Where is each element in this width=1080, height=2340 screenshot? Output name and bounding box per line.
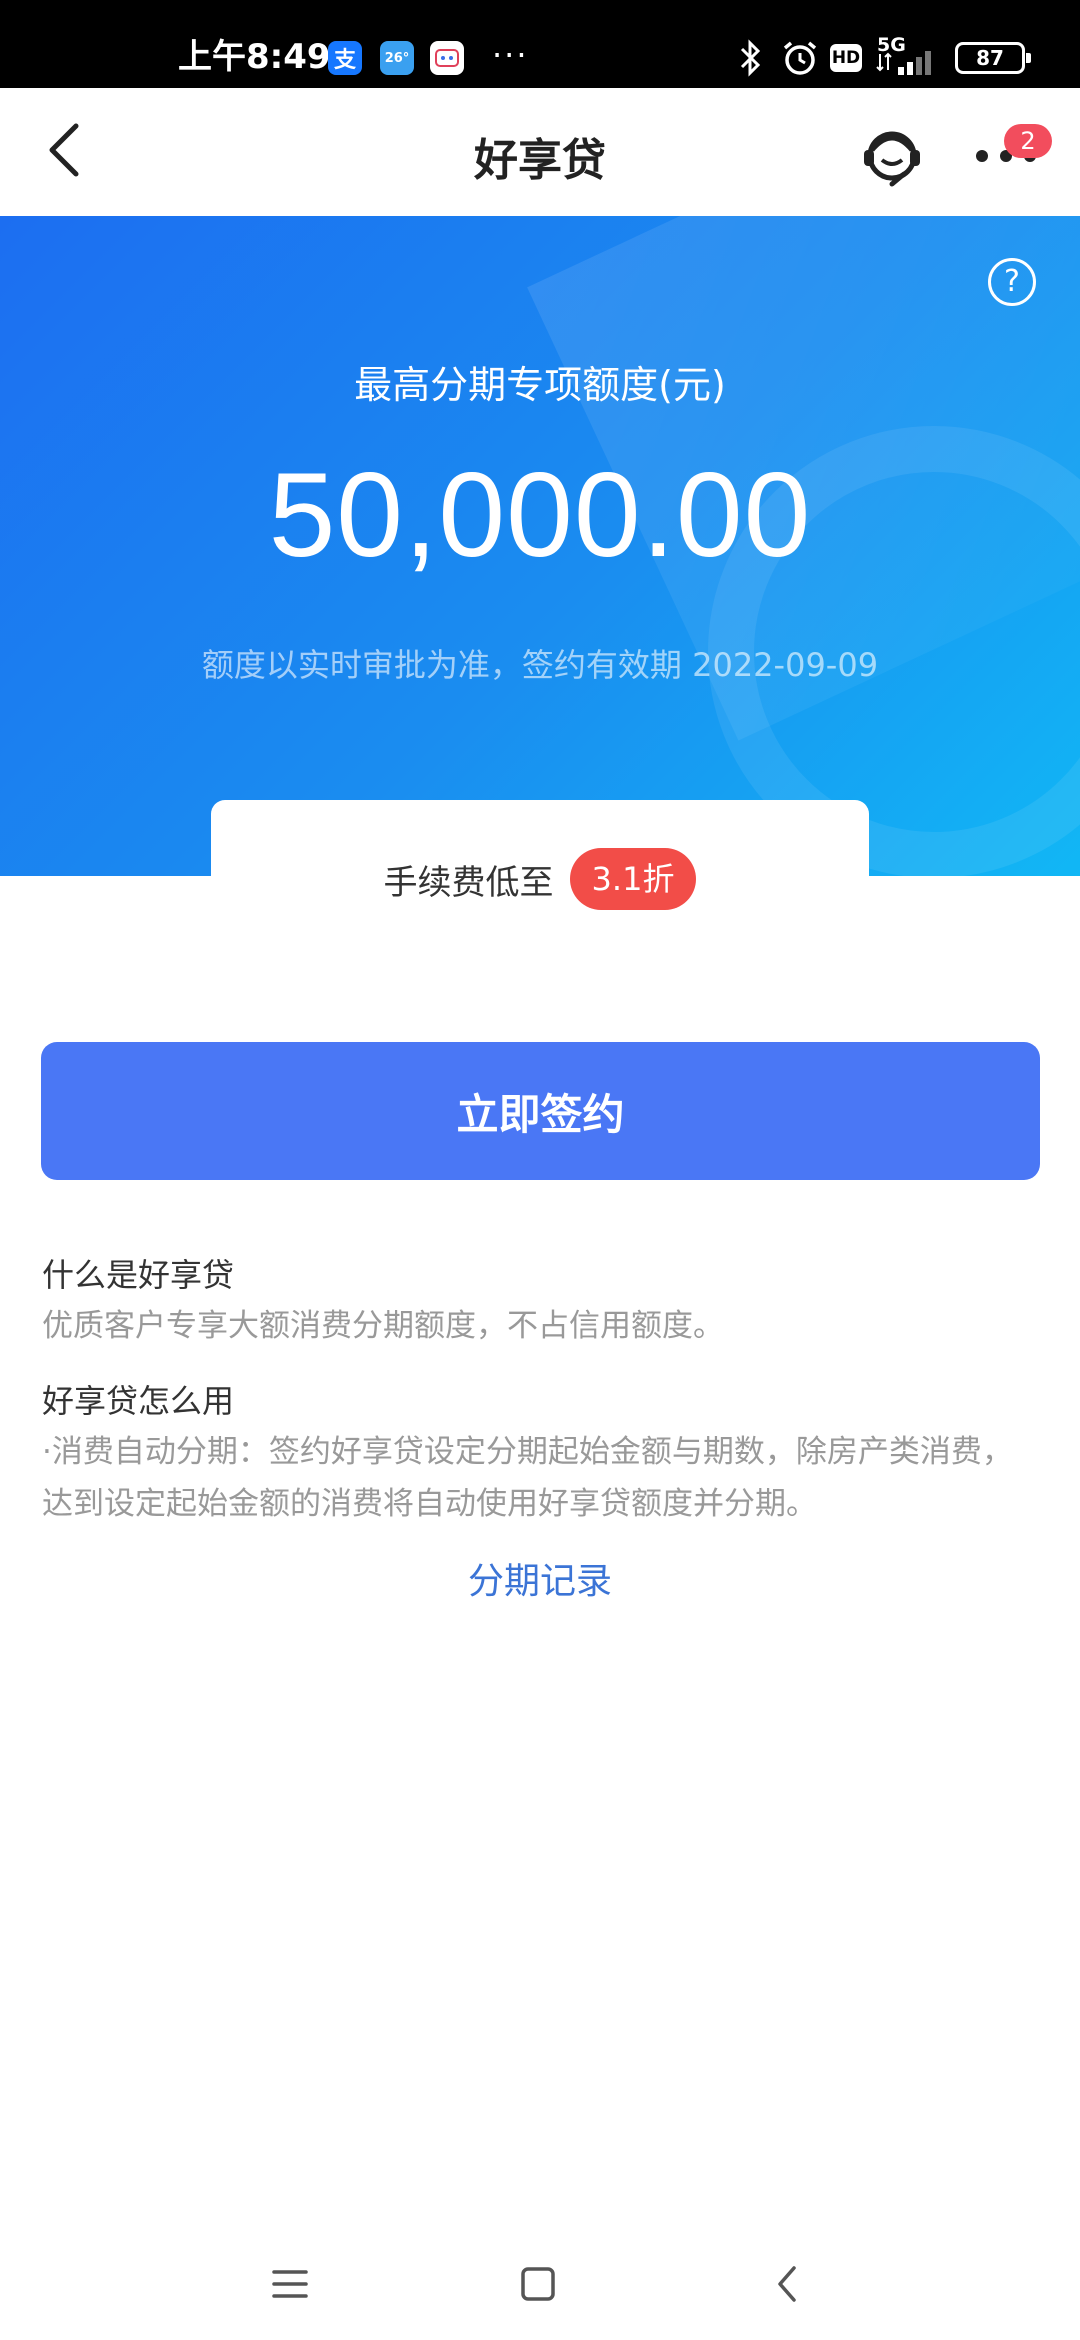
credit-limit-amount: 50,000.00	[268, 448, 812, 582]
what-is-text: 优质客户专享大额消费分期额度，不占信用额度。	[42, 1308, 724, 1344]
credit-limit-note: 额度以实时审批为准，签约有效期 2022-09-09	[201, 646, 879, 684]
signal-icon	[876, 51, 931, 75]
credit-limit-label: 最高分期专项额度(元)	[354, 363, 726, 407]
what-is-title: 什么是好享贷	[42, 1256, 235, 1294]
alarm-icon	[783, 41, 817, 75]
credit-hero: ? 最高分期专项额度(元) 50,000.00 额度以实时审批为准，签约有效期 …	[0, 216, 1080, 876]
how-to-use-text: ·消费自动分期：签约好享贷设定分期起始金额与期数，除房产类消费，达到设定起始金额…	[42, 1434, 1013, 1522]
hd-icon: HD	[830, 44, 862, 72]
status-bar: 上午8:49 支 26° ··· HD 5G 87	[0, 0, 1080, 88]
header: 好享贷 2	[0, 88, 1080, 216]
menu-icon[interactable]	[266, 2260, 314, 2308]
headset-icon	[864, 131, 920, 187]
back-icon[interactable]	[764, 2260, 812, 2308]
alipay-icon: 支	[328, 41, 362, 75]
customer-service-button[interactable]	[858, 122, 926, 190]
system-nav-bar	[0, 2230, 1080, 2340]
status-time: 上午8:49	[178, 37, 331, 77]
installment-history-link[interactable]: 分期记录	[0, 1552, 1080, 1604]
fee-discount-badge: 3.1折	[569, 848, 697, 910]
sign-now-button[interactable]: 立即签约	[41, 1042, 1040, 1180]
fee-card: 手续费低至 3.1折	[211, 800, 869, 940]
app-icon	[430, 41, 464, 75]
battery-indicator: 87	[955, 42, 1031, 74]
notification-badge: 2	[1004, 124, 1052, 158]
how-to-use-title: 好享贷怎么用	[42, 1382, 235, 1420]
bluetooth-icon	[740, 39, 761, 77]
home-icon[interactable]	[514, 2260, 562, 2308]
fee-label: 手续费低至	[383, 862, 554, 903]
help-icon[interactable]: ?	[988, 258, 1036, 306]
overflow-indicator: ···	[492, 36, 529, 74]
weather-icon: 26°	[380, 41, 414, 75]
more-button[interactable]: 2	[970, 118, 1052, 188]
